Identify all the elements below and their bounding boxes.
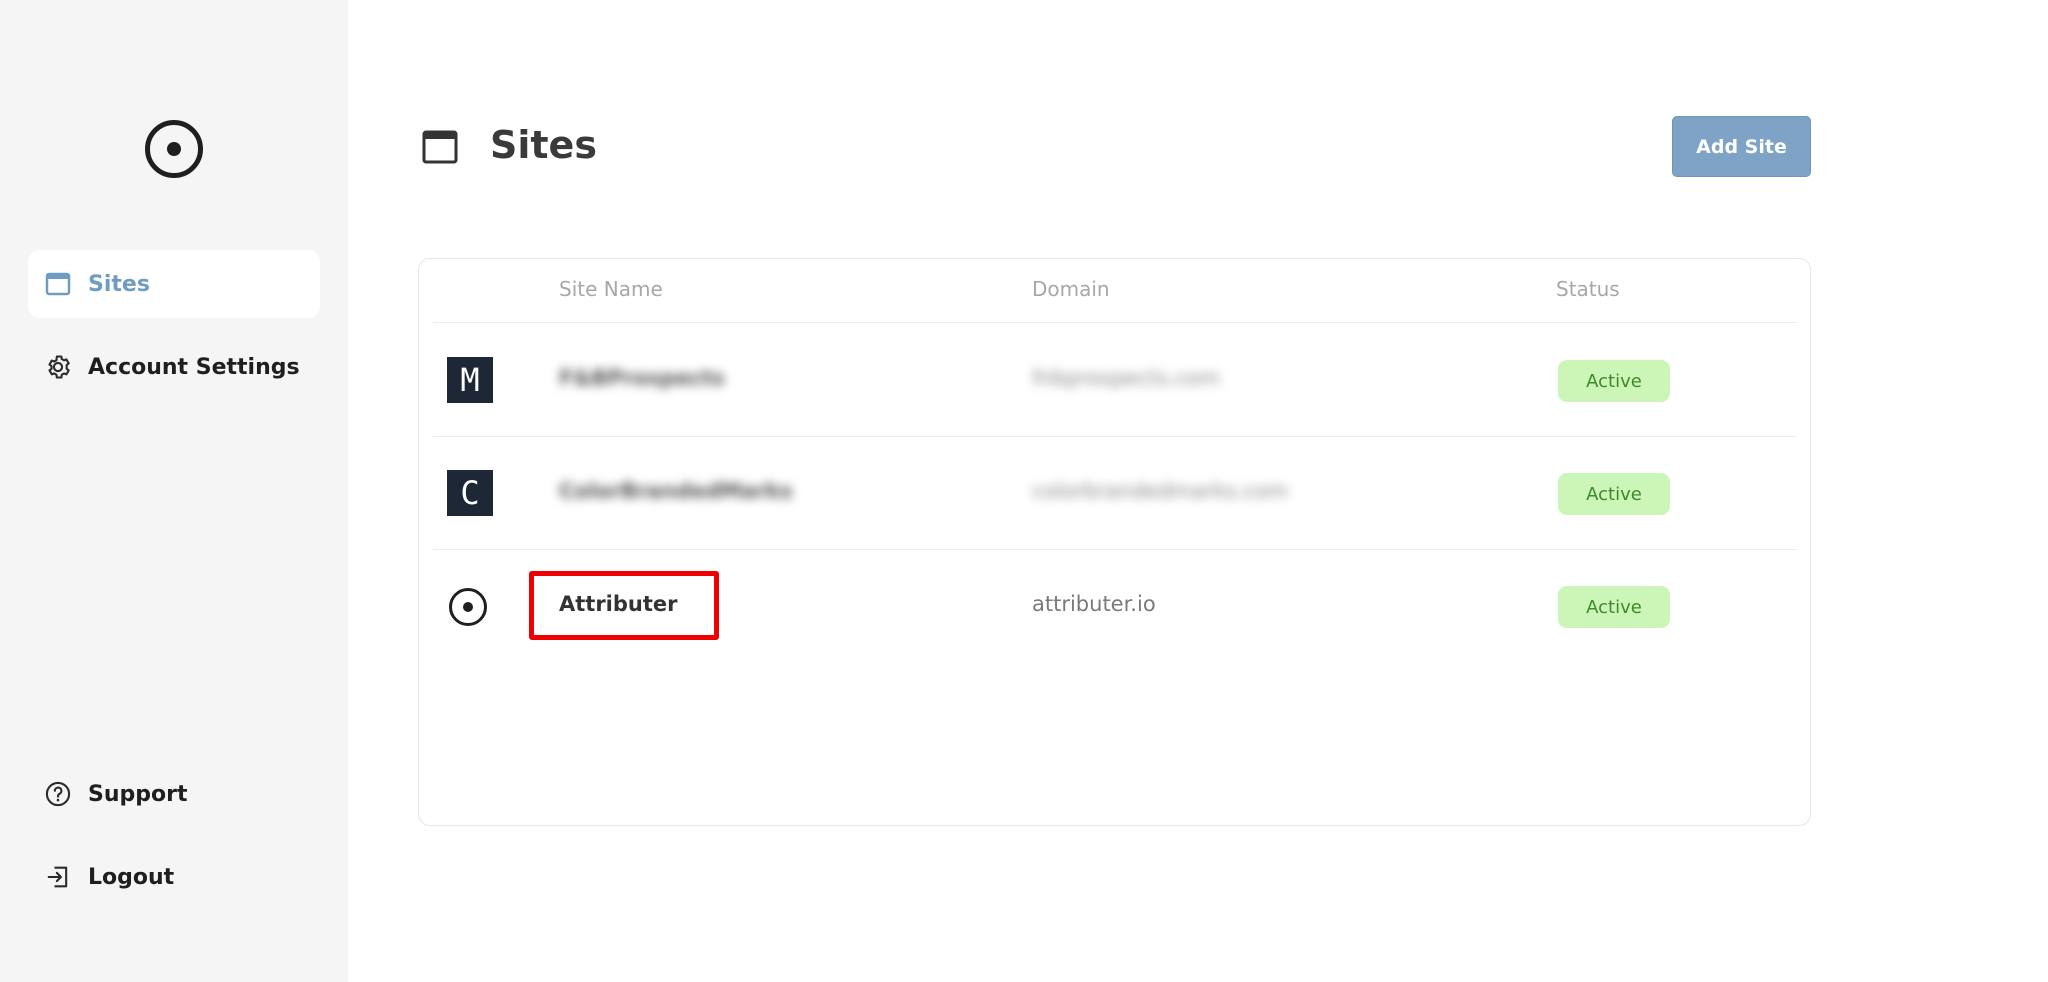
site-name[interactable]: ColorBrandedMarks <box>559 479 793 503</box>
sidebar-item-label: Account Settings <box>88 354 300 380</box>
target-circle-icon <box>449 588 487 626</box>
column-header-domain: Domain <box>1032 277 1110 301</box>
table-row[interactable]: M F&BProspects fnbprospects.com Active <box>433 324 1797 437</box>
site-name[interactable]: Attributer <box>559 592 678 616</box>
target-circle-icon[interactable] <box>145 120 203 178</box>
sidebar-item-sites[interactable]: Sites <box>28 250 320 318</box>
sidebar-item-account-settings[interactable]: Account Settings <box>28 333 320 401</box>
sidebar-item-logout[interactable]: Logout <box>28 843 320 911</box>
help-circle-icon <box>28 780 88 808</box>
site-domain: colorbrandedmarks.com <box>1032 479 1289 503</box>
sidebar-item-label: Sites <box>88 271 150 297</box>
browser-window-icon <box>422 130 458 168</box>
page-title: Sites <box>490 123 597 167</box>
status-badge: Active <box>1558 473 1670 515</box>
site-name[interactable]: F&BProspects <box>559 366 725 390</box>
sidebar-item-support[interactable]: Support <box>28 760 320 828</box>
status-badge: Active <box>1558 586 1670 628</box>
column-header-status: Status <box>1556 277 1620 301</box>
table-row[interactable]: C ColorBrandedMarks colorbrandedmarks.co… <box>433 437 1797 550</box>
sidebar: Sites Account Settings Support Logout <box>0 0 348 982</box>
logout-icon <box>28 863 88 891</box>
column-header-site-name: Site Name <box>559 277 663 301</box>
site-avatar: C <box>447 470 493 516</box>
browser-window-icon <box>28 272 88 296</box>
site-avatar: M <box>447 357 493 403</box>
site-domain: fnbprospects.com <box>1032 366 1220 390</box>
table-header: Site Name Domain Status <box>433 259 1797 323</box>
status-badge: Active <box>1558 360 1670 402</box>
sidebar-item-label: Logout <box>88 864 175 890</box>
site-domain: attributer.io <box>1032 592 1156 616</box>
add-site-button[interactable]: Add Site <box>1672 116 1811 177</box>
sites-table: Site Name Domain Status M F&BProspects f… <box>418 258 1811 826</box>
table-row[interactable]: Attributer attributer.io Active <box>433 550 1797 663</box>
gear-icon <box>28 353 88 381</box>
sidebar-item-label: Support <box>88 781 188 807</box>
